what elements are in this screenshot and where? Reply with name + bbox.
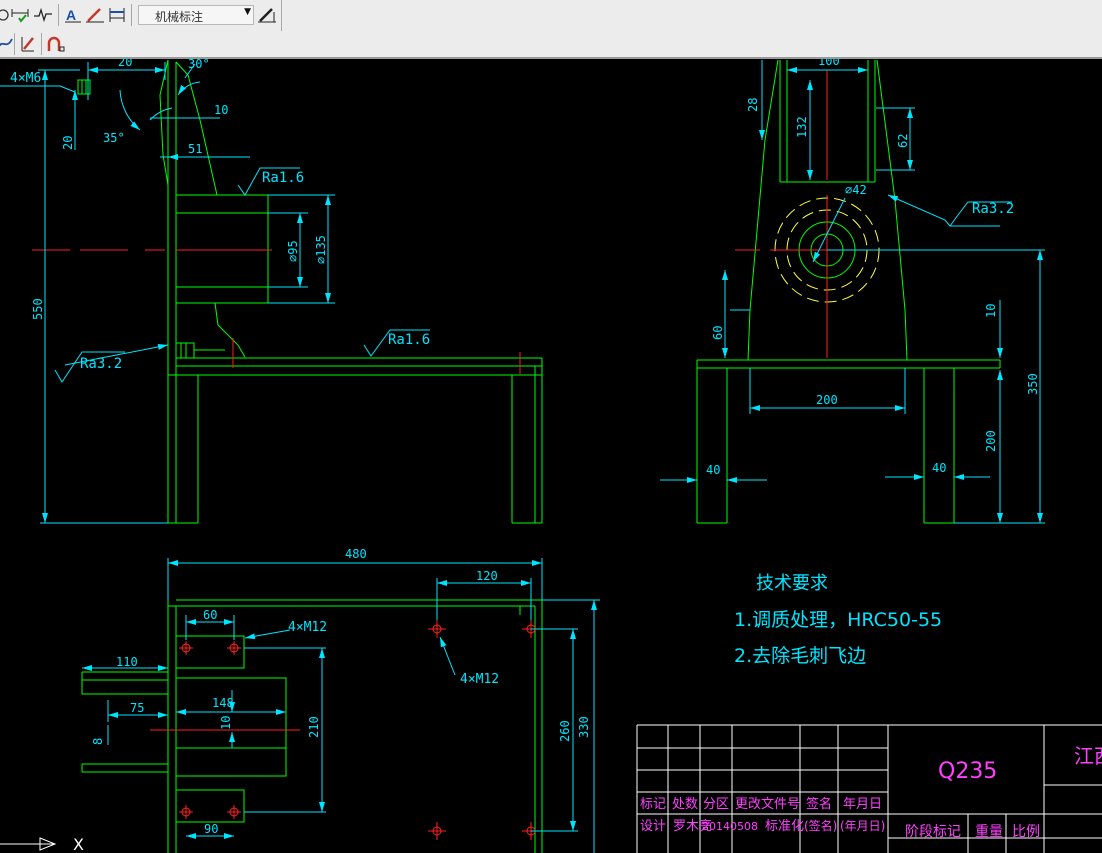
dim-10-top-view: 10 bbox=[219, 716, 233, 730]
tb-design-date: 20140508 bbox=[702, 820, 758, 833]
dim-20-vertical: 20 bbox=[61, 136, 75, 150]
dim-10: 10 bbox=[214, 103, 228, 117]
svg-text:A: A bbox=[66, 7, 76, 23]
tb-scale: 比例 bbox=[1012, 824, 1040, 840]
top-view-holes bbox=[150, 620, 540, 840]
dim-110: 110 bbox=[116, 655, 138, 669]
dim-75: 75 bbox=[130, 701, 144, 715]
material-label: Q235 bbox=[938, 759, 997, 784]
toolbar-row-2 bbox=[0, 31, 1102, 59]
dim-90: 90 bbox=[204, 822, 218, 836]
tb-header-zone: 分区 bbox=[703, 797, 729, 812]
dim-62: 62 bbox=[896, 134, 910, 148]
tb-header-change-doc: 更改文件号 bbox=[735, 797, 800, 812]
roughness-ra32-left: Ra3.2 bbox=[80, 356, 122, 372]
roughness-ra32-front: Ra3.2 bbox=[972, 201, 1014, 217]
company-name-partial: 江西 bbox=[1074, 744, 1102, 768]
dim-550: 550 bbox=[31, 298, 45, 320]
arc-icon[interactable] bbox=[44, 33, 66, 55]
dim-350: 350 bbox=[1026, 373, 1040, 395]
dim-480: 480 bbox=[345, 547, 367, 561]
tb-header-mark: 标记 bbox=[640, 797, 666, 812]
dim-148: 148 bbox=[212, 696, 234, 710]
dim-d95: ⌀95 bbox=[286, 240, 300, 262]
top-view-dimensions bbox=[82, 558, 600, 853]
thread-label-m12-left: 4×M12 bbox=[288, 620, 327, 635]
front-view bbox=[696, 59, 1001, 524]
tb-header-signature: 签名 bbox=[806, 796, 832, 812]
dim-51: 51 bbox=[188, 142, 202, 156]
front-view-dimensions bbox=[660, 60, 1045, 524]
tech-title: 技术要求 bbox=[756, 573, 828, 594]
toolbar-separator bbox=[58, 4, 59, 26]
ucs-icon: X bbox=[0, 835, 84, 853]
tb-date-placeholder: (年月日) bbox=[840, 819, 885, 833]
dim-200-height: 200 bbox=[984, 430, 998, 452]
chevron-down-icon[interactable]: ▼ bbox=[244, 7, 251, 17]
dim-210: 210 bbox=[307, 716, 321, 738]
dim-40-right: 40 bbox=[932, 461, 946, 475]
roughness-ra16-hole: Ra1.6 bbox=[262, 170, 304, 186]
tb-design-label: 设计 bbox=[640, 819, 666, 834]
dim-60-top: 60 bbox=[203, 608, 217, 622]
dim-d42: ⌀42 bbox=[845, 183, 867, 197]
front-view-dimension-text: 100 28 132 62 ⌀42 Ra3.2 10 60 200 350 20… bbox=[706, 59, 1040, 477]
dim-style-select[interactable]: 机械标注 ▼ bbox=[138, 5, 254, 25]
tb-sign-placeholder: (签名) bbox=[804, 818, 837, 833]
tech-line-1: 1.调质处理，HRC50-55 bbox=[734, 609, 942, 631]
tb-header-date: 年月日 bbox=[843, 797, 882, 812]
ucs-x-label: X bbox=[73, 835, 84, 853]
dim-style-icon[interactable] bbox=[106, 4, 128, 26]
tech-line-2: 2.去除毛刺飞边 bbox=[734, 645, 866, 667]
toolbar-end bbox=[281, 0, 282, 31]
dim-260: 260 bbox=[558, 720, 572, 742]
thread-label-m12-right: 4×M12 bbox=[460, 672, 499, 687]
tb-standardization: 标准化 bbox=[765, 819, 804, 834]
toolbar-separator bbox=[14, 33, 15, 55]
slash-edit-icon[interactable] bbox=[17, 33, 39, 55]
thread-label-m6: 4×M6 bbox=[10, 71, 41, 86]
toolbar-row-1: A 机械标注 ▼ bbox=[0, 0, 1102, 32]
leader-pen-icon[interactable] bbox=[84, 4, 106, 26]
text-style-icon[interactable]: A bbox=[62, 4, 84, 26]
roughness-ra16-top: Ra1.6 bbox=[388, 332, 430, 348]
break-line-icon[interactable] bbox=[32, 4, 54, 26]
dim-330: 330 bbox=[577, 716, 591, 738]
pen-edit-icon[interactable] bbox=[256, 4, 278, 26]
dim-30-angle: 30° bbox=[188, 59, 210, 71]
drawing-canvas[interactable]: 4×M6 20 30° 35° 20 10 51 550 ⌀95 ⌀135 Ra… bbox=[0, 59, 1102, 853]
tech-requirements: 技术要求 1.调质处理，HRC50-55 2.去除毛刺飞边 bbox=[734, 573, 942, 667]
dim-d135: ⌀135 bbox=[314, 235, 328, 264]
tb-stage-mark: 阶段标记 bbox=[905, 824, 961, 840]
top-view-dimension-text: 480 120 60 4×M12 4×M12 110 75 148 10 8 2… bbox=[91, 547, 591, 836]
dim-40-left: 40 bbox=[706, 463, 720, 477]
toolbar-separator bbox=[131, 4, 132, 26]
tb-header-count: 处数 bbox=[672, 797, 698, 812]
dim-28: 28 bbox=[746, 98, 760, 112]
side-view-dimension-text: 4×M6 20 30° 35° 20 10 51 550 ⌀95 ⌀135 Ra… bbox=[10, 59, 430, 372]
toolbar-separator bbox=[41, 33, 42, 55]
dim-120: 120 bbox=[476, 569, 498, 583]
dim-132: 132 bbox=[795, 116, 809, 138]
dim-style-value: 机械标注 bbox=[155, 10, 204, 24]
dim-60: 60 bbox=[711, 326, 725, 340]
dim-20-top: 20 bbox=[118, 59, 132, 69]
dim-10-front: 10 bbox=[984, 304, 998, 318]
dim-100: 100 bbox=[818, 59, 840, 68]
side-view bbox=[77, 59, 543, 524]
side-view-roughness-symbols bbox=[54, 167, 430, 383]
tb-weight: 重量 bbox=[975, 824, 1003, 840]
dim-8: 8 bbox=[91, 738, 105, 745]
dim-200-width: 200 bbox=[816, 393, 838, 407]
dim-35-angle: 35° bbox=[103, 131, 125, 145]
dim-check-icon[interactable] bbox=[10, 4, 32, 26]
